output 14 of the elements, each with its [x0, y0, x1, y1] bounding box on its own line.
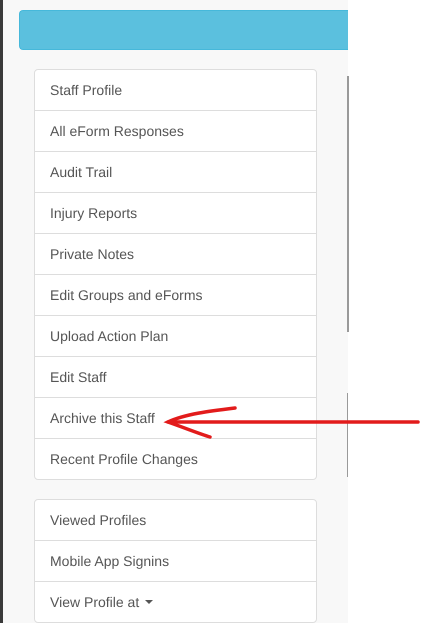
menu-item[interactable]: Staff Profile — [35, 70, 316, 110]
menu-item[interactable]: Audit Trail — [35, 151, 316, 192]
menu-item[interactable]: Recent Profile Changes — [35, 438, 316, 479]
menu-item[interactable]: Upload Action Plan — [35, 315, 316, 356]
menu-item[interactable]: Viewed Profiles — [35, 500, 316, 540]
menu-item[interactable]: Injury Reports — [35, 192, 316, 233]
menu-item[interactable]: Archive this Staff — [35, 397, 316, 438]
menu-item[interactable]: All eForm Responses — [35, 110, 316, 151]
menu-item[interactable]: Edit Groups and eForms — [35, 274, 316, 315]
menu-item[interactable]: Edit Staff — [35, 356, 316, 397]
menu-item[interactable]: Private Notes — [35, 233, 316, 274]
dropdown-menu-item[interactable]: View Profile at — [35, 581, 316, 622]
menu-item[interactable]: Mobile App Signins — [35, 540, 316, 581]
caret-icon — [145, 600, 154, 604]
